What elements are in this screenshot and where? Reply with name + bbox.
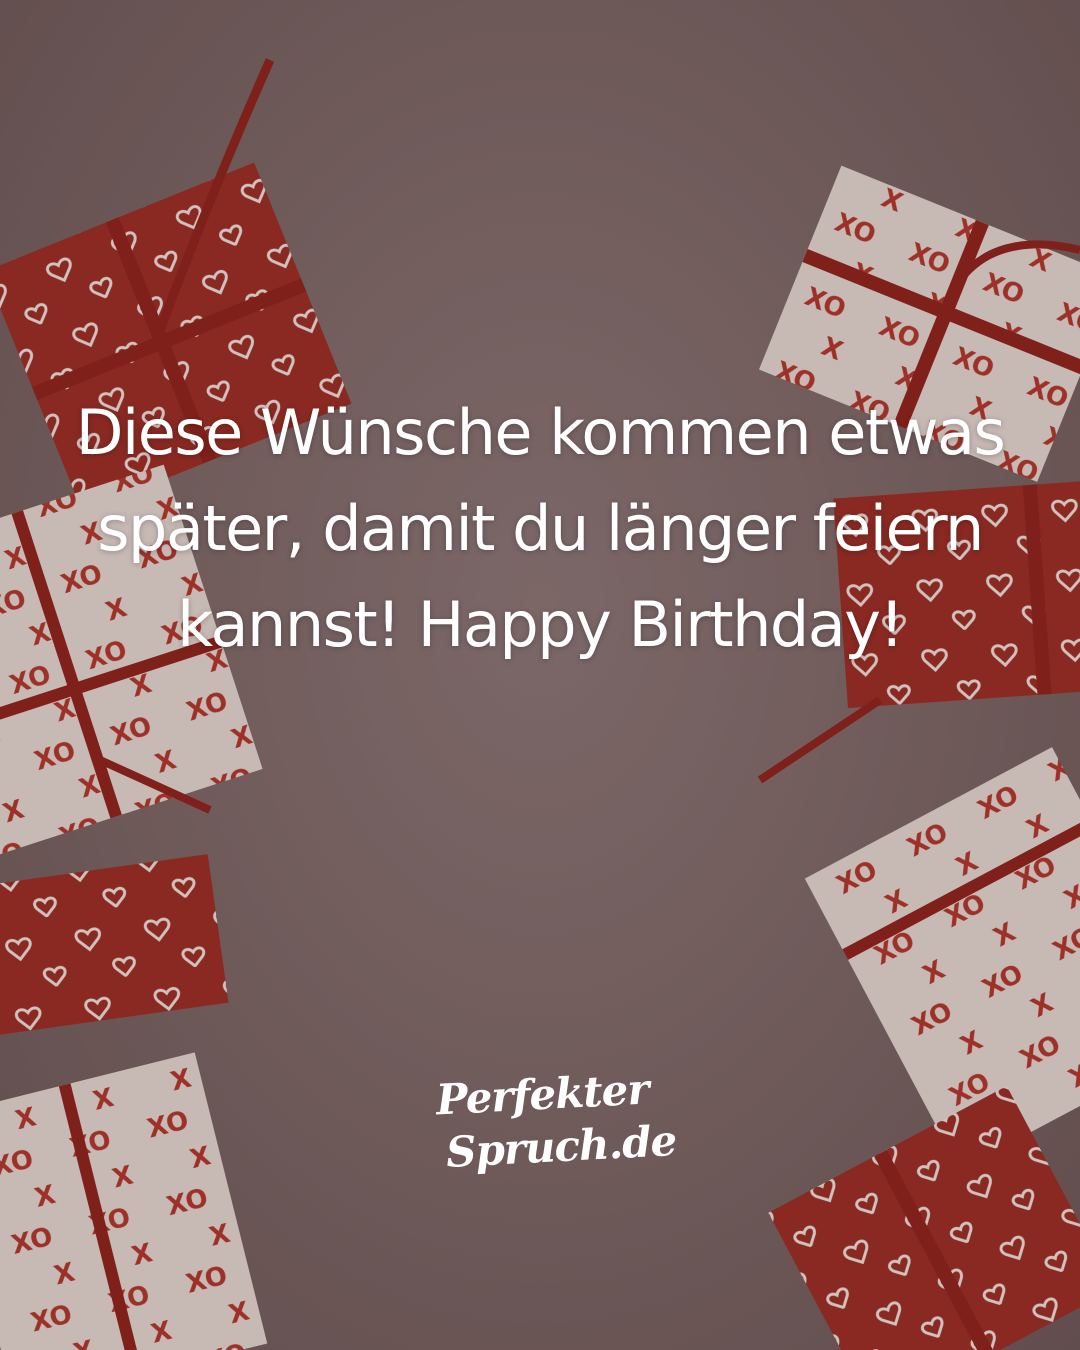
logo-line-1: Perfekter <box>434 1064 650 1125</box>
logo-line-2: Spruch.de <box>444 1116 678 1177</box>
gift-right-xo <box>804 747 1080 1170</box>
perfekter-spruch-logo: Perfekter Spruch.de <box>432 1064 677 1190</box>
quote-line-3: kannst! Happy Birthday! <box>177 588 904 661</box>
quote-line-1: Diese Wünsche kommen etwas <box>75 396 1006 469</box>
gift-left-red <box>0 854 229 1037</box>
quote-line-2: später, damit du länger feiern <box>97 492 984 565</box>
image-canvas: XO X <box>0 0 1080 1350</box>
birthday-quote: Diese Wünsche kommen etwas später, damit… <box>40 385 1040 673</box>
gift-bottom-left <box>0 1052 268 1350</box>
